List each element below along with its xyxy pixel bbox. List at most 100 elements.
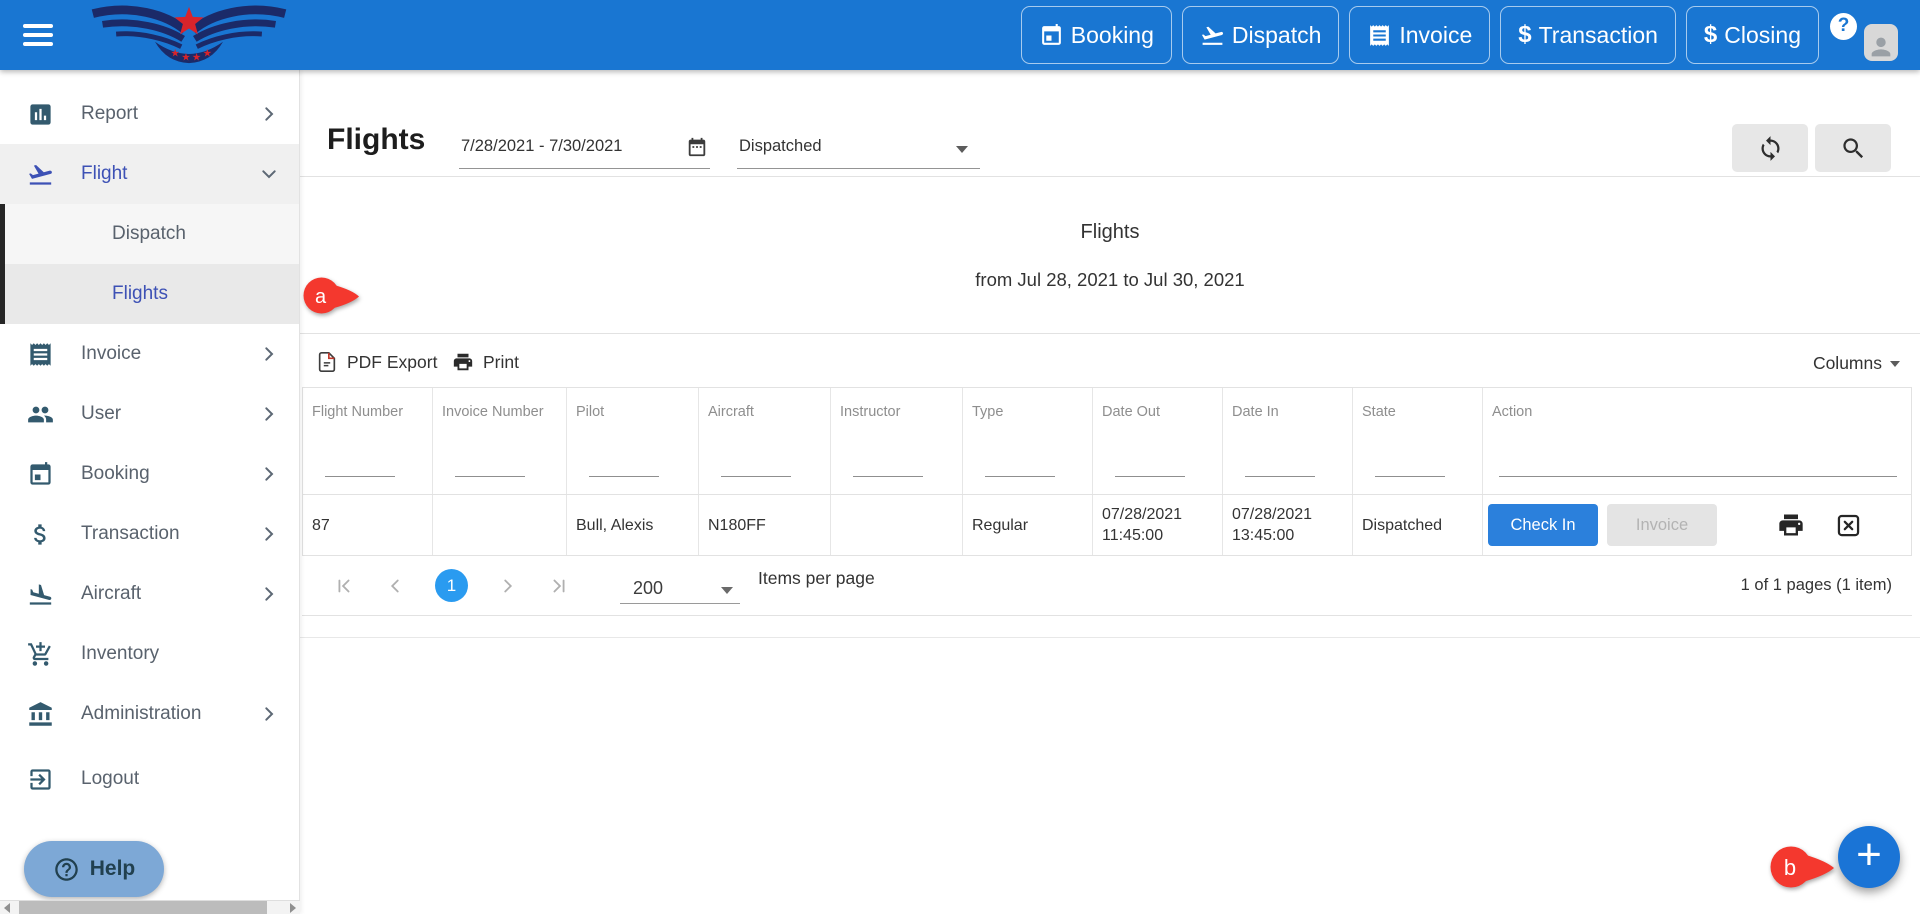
sidebar-item-logout[interactable]: Logout bbox=[0, 749, 299, 809]
nav-booking-label: Booking bbox=[1071, 22, 1154, 49]
cell-pilot: Bull, Alexis bbox=[567, 495, 699, 555]
nav-invoice-button[interactable]: Invoice bbox=[1349, 6, 1490, 64]
status-filter-select[interactable]: Dispatched bbox=[737, 130, 980, 169]
filter-cell bbox=[567, 436, 699, 494]
column-header-state[interactable]: State bbox=[1353, 388, 1483, 436]
column-header-instructor[interactable]: Instructor bbox=[831, 388, 963, 436]
cell-type: Regular bbox=[963, 495, 1093, 555]
help-button[interactable]: Help bbox=[24, 841, 164, 897]
filter-input-date-out[interactable] bbox=[1115, 476, 1185, 477]
column-header-aircraft[interactable]: Aircraft bbox=[699, 388, 831, 436]
status-filter-value: Dispatched bbox=[739, 137, 822, 156]
svg-text:★: ★ bbox=[171, 47, 181, 59]
sidebar-item-aircraft[interactable]: Aircraft bbox=[0, 564, 299, 624]
filter-input-invoice-number[interactable] bbox=[455, 476, 525, 477]
filter-input-state[interactable] bbox=[1375, 476, 1445, 477]
refresh-button[interactable] bbox=[1732, 124, 1808, 172]
scroll-right-arrow[interactable] bbox=[290, 903, 296, 913]
column-header-pilot[interactable]: Pilot bbox=[567, 388, 699, 436]
help-icon[interactable]: ? bbox=[1830, 13, 1857, 40]
last-page-button[interactable] bbox=[548, 575, 570, 597]
report-subtitle: from Jul 28, 2021 to Jul 30, 2021 bbox=[300, 244, 1920, 291]
column-header-date-out[interactable]: Date Out bbox=[1093, 388, 1223, 436]
grid-toolbar: PDF Export Print Columns bbox=[302, 343, 1912, 387]
cell-flight-number: 87 bbox=[303, 495, 433, 555]
nav-booking-button[interactable]: Booking bbox=[1021, 6, 1172, 64]
sidebar-item-invoice[interactable]: Invoice bbox=[0, 324, 299, 384]
nav-closing-label: Closing bbox=[1724, 22, 1801, 49]
row-cancel-button[interactable] bbox=[1835, 512, 1862, 539]
sidebar: Report Flight Dispatch Flights Invoice U… bbox=[0, 70, 300, 914]
filter-cell bbox=[1483, 436, 1911, 494]
avatar[interactable] bbox=[1864, 24, 1898, 61]
table-filter-row bbox=[302, 436, 1912, 495]
app-window: ★ ★ ★ ★ Booking Dispatch Invoice $ Trans… bbox=[0, 0, 1920, 914]
hamburger-menu-icon[interactable] bbox=[23, 24, 53, 46]
filter-input-instructor[interactable] bbox=[853, 476, 923, 477]
page-number-button[interactable]: 1 bbox=[435, 569, 468, 602]
pdf-file-icon bbox=[316, 351, 338, 373]
filter-input-aircraft[interactable] bbox=[721, 476, 791, 477]
flight-land-icon bbox=[27, 581, 54, 608]
filter-input-type[interactable] bbox=[985, 476, 1055, 477]
column-header-invoice-number[interactable]: Invoice Number bbox=[433, 388, 567, 436]
column-header-action[interactable]: Action bbox=[1483, 388, 1911, 436]
cell-state: Dispatched bbox=[1353, 495, 1483, 555]
chevron-right-icon bbox=[257, 522, 281, 546]
dollar-icon: $ bbox=[1518, 21, 1531, 49]
flight-takeoff-icon bbox=[27, 161, 54, 188]
cell-aircraft: N180FF bbox=[699, 495, 831, 555]
sidebar-item-transaction[interactable]: Transaction bbox=[0, 504, 299, 564]
filter-cell bbox=[1353, 436, 1483, 494]
search-button[interactable] bbox=[1815, 124, 1891, 172]
sidebar-item-flights[interactable]: Flights bbox=[5, 264, 299, 324]
column-header-type[interactable]: Type bbox=[963, 388, 1093, 436]
nav-transaction-button[interactable]: $ Transaction bbox=[1500, 6, 1676, 64]
sidebar-item-user[interactable]: User bbox=[0, 384, 299, 444]
sidebar-item-inventory[interactable]: Inventory bbox=[0, 624, 299, 684]
page-title: Flights bbox=[327, 123, 425, 157]
scroll-left-arrow[interactable] bbox=[4, 903, 10, 913]
table-row: 87 Bull, Alexis N180FF Regular 07/28/202… bbox=[302, 495, 1912, 556]
filter-input-date-in[interactable] bbox=[1245, 476, 1315, 477]
sidebar-item-dispatch[interactable]: Dispatch bbox=[5, 204, 299, 264]
print-button[interactable]: Print bbox=[452, 351, 519, 373]
filter-input-pilot[interactable] bbox=[589, 476, 659, 477]
refresh-icon bbox=[1757, 135, 1784, 162]
calendar-icon[interactable] bbox=[686, 136, 708, 158]
check-in-button[interactable]: Check In bbox=[1488, 504, 1598, 546]
annotation-marker-a: a bbox=[303, 277, 361, 315]
chevron-right-icon bbox=[257, 462, 281, 486]
table-header-row: Flight Number Invoice Number Pilot Aircr… bbox=[302, 387, 1912, 436]
row-print-button[interactable] bbox=[1777, 511, 1805, 539]
sidebar-item-flight[interactable]: Flight bbox=[0, 144, 299, 204]
cancel-box-icon bbox=[1835, 512, 1862, 539]
help-button-label: Help bbox=[90, 857, 136, 881]
sidebar-item-booking[interactable]: Booking bbox=[0, 444, 299, 504]
columns-chooser-button[interactable]: Columns bbox=[1813, 353, 1900, 374]
dollar-icon bbox=[27, 521, 54, 548]
filter-input-flight-number[interactable] bbox=[325, 476, 395, 477]
items-per-page-select[interactable]: 200 bbox=[620, 567, 740, 604]
sidebar-item-administration[interactable]: Administration bbox=[0, 684, 299, 744]
filter-cell bbox=[699, 436, 831, 494]
annotation-marker-b: b bbox=[1770, 846, 1836, 890]
first-page-button[interactable] bbox=[333, 575, 355, 597]
column-header-date-in[interactable]: Date In bbox=[1223, 388, 1353, 436]
invoice-button-disabled[interactable]: Invoice bbox=[1607, 504, 1717, 546]
column-header-flight-number[interactable]: Flight Number bbox=[303, 388, 433, 436]
flights-grid: PDF Export Print Columns Flight Number I… bbox=[302, 343, 1912, 616]
add-flight-fab[interactable]: + bbox=[1838, 826, 1900, 888]
svg-text:★: ★ bbox=[203, 47, 213, 59]
filter-input-action[interactable] bbox=[1499, 476, 1897, 477]
scrollbar-thumb[interactable] bbox=[19, 901, 267, 914]
sidebar-item-report[interactable]: Report bbox=[0, 84, 299, 144]
date-range-input[interactable]: 7/28/2021 - 7/30/2021 bbox=[459, 130, 710, 169]
nav-closing-button[interactable]: $ Closing bbox=[1686, 6, 1819, 64]
nav-dispatch-button[interactable]: Dispatch bbox=[1182, 6, 1339, 64]
filter-cell bbox=[303, 436, 433, 494]
next-page-button[interactable] bbox=[497, 575, 519, 597]
previous-page-button[interactable] bbox=[384, 575, 406, 597]
pdf-export-button[interactable]: PDF Export bbox=[316, 351, 437, 373]
report-summary: Flights from Jul 28, 2021 to Jul 30, 202… bbox=[300, 176, 1920, 334]
